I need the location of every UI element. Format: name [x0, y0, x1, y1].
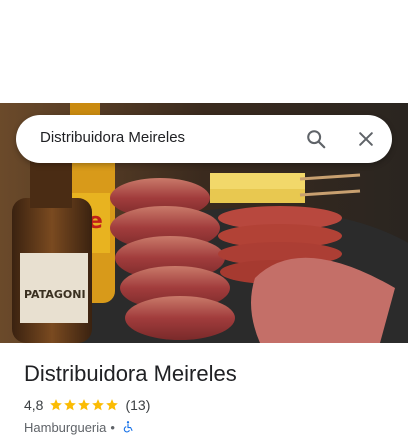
star-icon [78, 399, 91, 411]
separator: • [110, 419, 115, 435]
star-icon [50, 399, 63, 411]
star-rating [49, 398, 119, 412]
place-title[interactable]: Distribuidora Meireles [24, 361, 237, 387]
rating-value: 4,8 [24, 397, 44, 413]
review-count[interactable]: (13) [125, 397, 150, 413]
star-icon [64, 399, 77, 411]
close-icon [359, 132, 373, 146]
star-icon [92, 399, 105, 411]
category-row: Hamburgueria • [24, 418, 135, 436]
wheelchair-accessible-icon [123, 421, 133, 433]
search-button[interactable] [302, 125, 330, 153]
rating-row[interactable]: 4,8 (13) [24, 396, 150, 414]
search-bar[interactable]: Distribuidora Meireles [16, 115, 392, 163]
search-icon [307, 130, 326, 149]
search-input[interactable]: Distribuidora Meireles [40, 129, 185, 146]
svg-text:PATAGONI: PATAGONI [24, 288, 86, 301]
close-button[interactable] [352, 125, 380, 153]
place-category: Hamburgueria [24, 419, 107, 435]
star-icon [106, 399, 119, 411]
